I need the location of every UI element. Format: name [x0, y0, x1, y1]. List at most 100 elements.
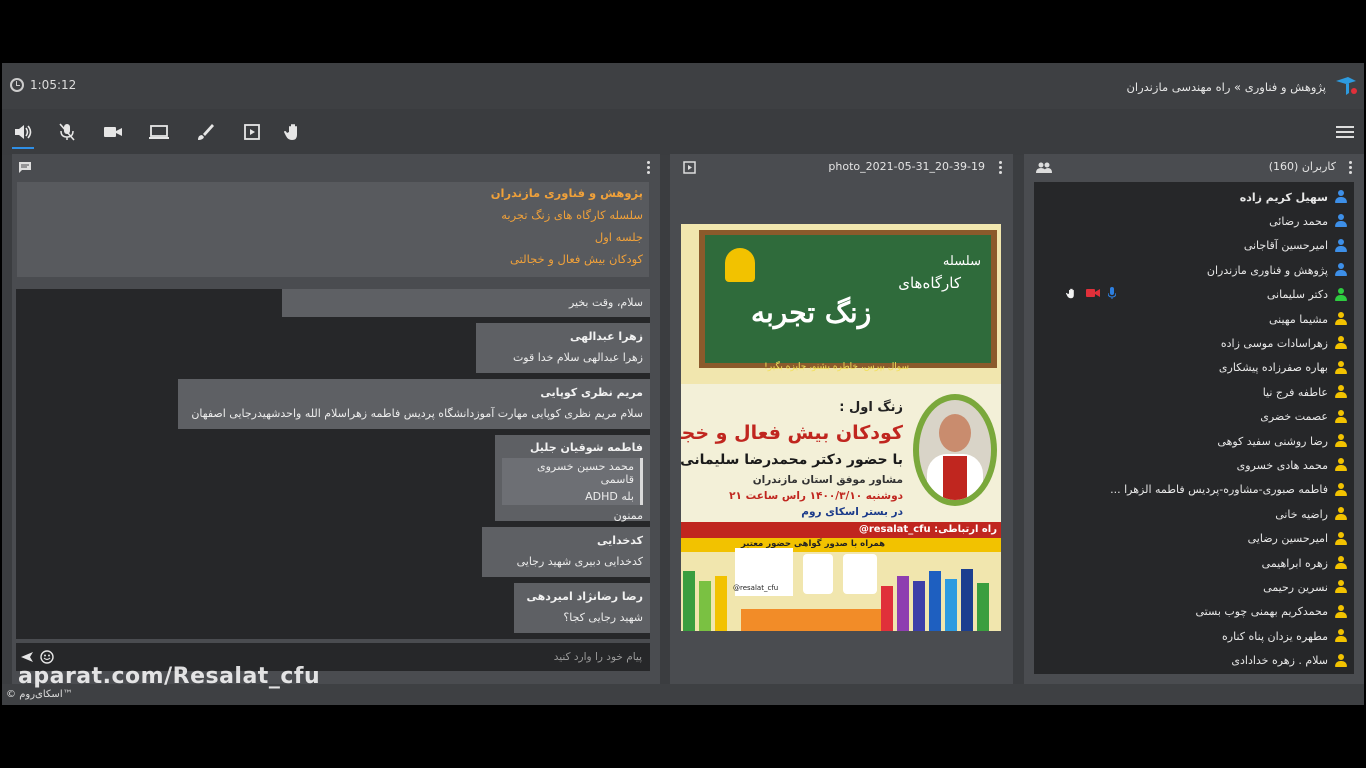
user-name: امیرحسین رضایی: [1247, 532, 1328, 546]
presentation-panel: photo_2021-05-31_20-39-19 سلسله کارگاه‌ه…: [670, 154, 1013, 684]
chat-messages: سلام، وقت بخیر زهرا عبدالهی زهرا عبدالهی…: [16, 289, 650, 639]
poster-date: دوشنبه ۱۴۰۰/۳/۱۰ راس ساعت ۲۱: [729, 490, 903, 502]
user-icon: [1334, 312, 1348, 326]
poster-presence: با حضور دکتر محمدرضا سلیمانی: [681, 452, 903, 468]
poster-platform: در بستر اسکای روم: [801, 506, 903, 518]
clock-icon: [10, 78, 24, 92]
user-row[interactable]: مطهره یزدان پناه کناره: [1034, 624, 1354, 648]
user-name: محمدکریم بهمنی چوب بستی: [1195, 605, 1328, 619]
presentation-panel-icon: [683, 161, 696, 174]
user-icon: [1334, 238, 1348, 253]
user-row[interactable]: محمد رضائی: [1034, 209, 1354, 233]
presentation-slide: سلسله کارگاه‌های زنگ تجربه سوال بپرس، خا…: [681, 224, 1001, 631]
timer-value: 1:05:12: [30, 78, 77, 92]
user-icon: [1334, 214, 1348, 228]
user-icon: [1334, 556, 1348, 570]
user-icon: [1334, 336, 1348, 350]
user-row[interactable]: دکتر سلیمانی: [1034, 283, 1354, 307]
send-icon[interactable]: [20, 651, 34, 663]
user-name: زهراسادات موسی زاده: [1220, 336, 1328, 350]
poster-tagline: سوال بپرس، خاطره بشنو، جایزه بگیر!: [764, 362, 909, 372]
user-row[interactable]: زهره ابراهیمی: [1034, 551, 1354, 575]
user-icon: [1334, 580, 1348, 594]
user-icon: [1334, 385, 1348, 399]
hamburger-menu-icon[interactable]: [1336, 123, 1354, 141]
pinned-line: جلسه اول: [594, 230, 643, 244]
user-row[interactable]: مشیما مهینی: [1034, 307, 1354, 331]
user-icon: [1334, 482, 1348, 497]
session-timer: 1:05:12: [10, 78, 76, 92]
user-row[interactable]: محمدکریم بهمنی چوب بستی: [1034, 600, 1354, 624]
pinned-line: سلسله کارگاه های زنگ تجربه: [501, 208, 643, 222]
crayons-decoration: [681, 564, 1001, 631]
brush-icon[interactable]: [194, 123, 216, 141]
user-name: سلام . زهره خدادادی: [1231, 654, 1328, 668]
raise-hand-icon[interactable]: [283, 123, 305, 141]
chat-message: زهرا عبدالهی زهرا عبدالهی سلام خدا قوت: [476, 323, 650, 373]
skyroom-window: 1:05:12 پژوهش و فناوری » راه مهندسی مازن…: [2, 63, 1364, 705]
user-name: پژوهش و فناوری مازندران: [1206, 263, 1328, 277]
presentation-options-icon[interactable]: [999, 161, 1002, 176]
chat-options-icon[interactable]: [647, 161, 650, 176]
user-icon: [1334, 458, 1348, 472]
poster-role: مشاور موفق استان مازندران: [752, 474, 903, 486]
user-row[interactable]: راضیه خانی: [1034, 502, 1354, 526]
poster-first-bell: زنگ اول :: [839, 400, 903, 415]
user-icon: [1334, 604, 1348, 619]
user-row[interactable]: عاطفه فرج نیا: [1034, 380, 1354, 404]
users-list: سهیل کریم زاده محمد رضائی امیرحسین آقاجانی…: [1034, 182, 1354, 674]
microphone-muted-icon[interactable]: [56, 123, 78, 141]
poster-topic: کودکان بیش فعال و خجالتی: [681, 422, 903, 444]
user-name: مشیما مهینی: [1268, 312, 1328, 326]
copyright: © اسکای‌روم™: [6, 689, 73, 700]
user-row[interactable]: محمد هادی خسروی: [1034, 453, 1354, 477]
poster-workshops: کارگاه‌های: [898, 274, 961, 292]
poster-series: سلسله: [942, 254, 981, 269]
user-name: نسرین رحیمی: [1263, 580, 1328, 594]
user-icon: [1334, 629, 1348, 643]
skyroom-logo-icon: [1336, 77, 1357, 95]
user-name: سهیل کریم زاده: [1239, 190, 1328, 204]
user-name: عاطفه فرج نیا: [1262, 385, 1328, 399]
user-name: بهاره صفرزاده پیشکاری: [1218, 361, 1328, 375]
poster-title: زنگ تجربه: [751, 296, 872, 329]
screen-share-icon[interactable]: [148, 123, 170, 141]
presentation-icon[interactable]: [241, 123, 263, 141]
user-row[interactable]: عصمت خضری: [1034, 405, 1354, 429]
speaker-icon[interactable]: [12, 123, 34, 149]
pinned-message: پژوهش و فناوری مازندران سلسله کارگاه های…: [17, 182, 649, 277]
chat-icon: [19, 162, 31, 173]
user-icon: [1334, 263, 1348, 277]
pinned-line: پژوهش و فناوری مازندران: [490, 186, 643, 200]
user-row[interactable]: بهاره صفرزاده پیشکاری: [1034, 356, 1354, 380]
chat-message: فاطمه شوقیان جلیل محمد حسین خسروی قاسمی …: [495, 435, 650, 522]
users-title: کاربران (160): [1268, 160, 1336, 173]
user-row[interactable]: امیرحسین رضایی: [1034, 527, 1354, 551]
chat-input-placeholder: پیام خود را وارد کنید: [553, 651, 642, 663]
user-row[interactable]: فاطمه صبوری-مشاوره-پردیس فاطمه الزهرا ..…: [1034, 478, 1354, 502]
user-name: محمد هادی خسروی: [1236, 458, 1328, 472]
presentation-file-title: photo_2021-05-31_20-39-19: [828, 160, 985, 173]
user-icon: [1334, 190, 1348, 204]
user-row[interactable]: رضا روشنی سفید کوهی: [1034, 429, 1354, 453]
user-name: راضیه خانی: [1275, 507, 1328, 521]
user-row[interactable]: سلام . زهره خدادادی: [1034, 649, 1354, 673]
pinned-line: کودکان بیش فعال و خجالتی: [510, 252, 643, 266]
chat-message: کدخدایی کدخدایی دبیری شهید رجایی: [482, 527, 650, 577]
breadcrumb: پژوهش و فناوری » راه مهندسی مازندران: [1126, 80, 1326, 94]
user-name: محمد رضائی: [1269, 214, 1328, 228]
user-row[interactable]: سهیل کریم زاده: [1034, 185, 1354, 209]
users-options-icon[interactable]: [1349, 161, 1352, 176]
presenter-photo: [919, 400, 991, 500]
camera-icon[interactable]: [102, 123, 124, 141]
emoji-icon[interactable]: [40, 650, 54, 664]
user-row[interactable]: امیرحسین آقاجانی: [1034, 234, 1354, 258]
user-row[interactable]: پژوهش و فناوری مازندران: [1034, 258, 1354, 282]
user-row[interactable]: نسرین رحیمی: [1034, 575, 1354, 599]
user-icon: [1334, 434, 1348, 448]
bell-icon: [725, 248, 755, 282]
user-name: زهره ابراهیمی: [1261, 556, 1328, 570]
chat-message: مریم نظری کوپایی سلام مریم نظری کوپایی م…: [178, 379, 650, 429]
users-icon: [1036, 162, 1052, 173]
user-row[interactable]: زهراسادات موسی زاده: [1034, 331, 1354, 355]
